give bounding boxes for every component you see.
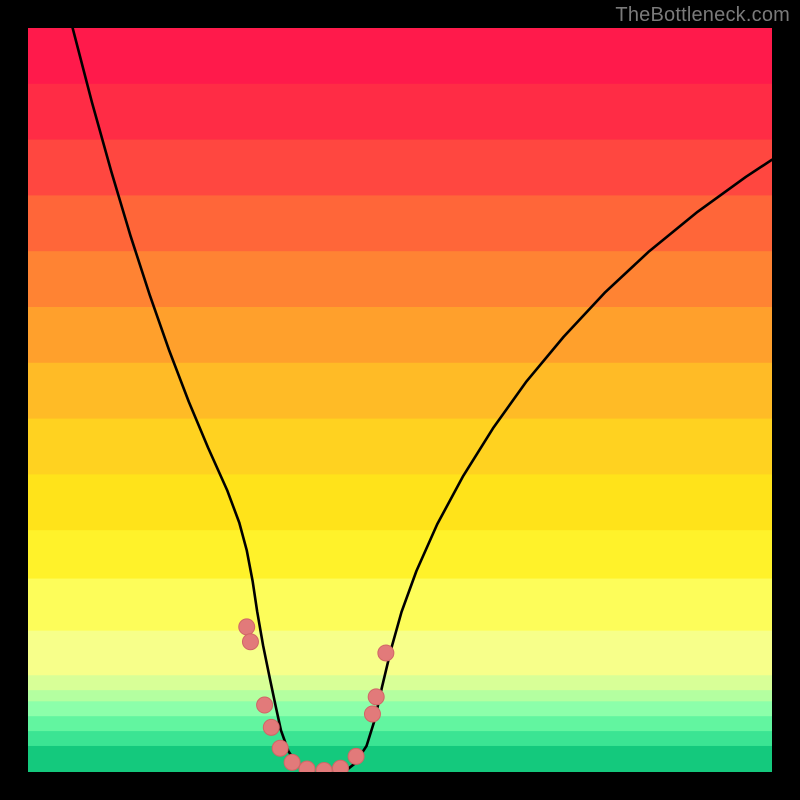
- gradient-band: [28, 474, 772, 530]
- gradient-band: [28, 419, 772, 475]
- plot-area: [28, 28, 772, 772]
- data-marker: [263, 719, 279, 735]
- gradient-band: [28, 140, 772, 196]
- data-marker: [332, 760, 348, 772]
- data-marker: [284, 754, 300, 770]
- data-marker: [364, 706, 380, 722]
- gradient-band: [28, 530, 772, 579]
- gradient-band: [28, 84, 772, 140]
- gradient-band: [28, 716, 772, 731]
- data-marker: [348, 748, 364, 764]
- gradient-band: [28, 690, 772, 702]
- gradient-band: [28, 28, 772, 84]
- data-marker: [272, 740, 288, 756]
- gradient-band: [28, 631, 772, 676]
- gradient-band: [28, 731, 772, 746]
- gradient-band: [28, 746, 772, 772]
- data-marker: [239, 619, 255, 635]
- chart-frame: TheBottleneck.com: [0, 0, 800, 800]
- data-marker: [242, 634, 258, 650]
- gradient-band: [28, 307, 772, 363]
- data-marker: [299, 761, 315, 772]
- data-marker: [378, 645, 394, 661]
- gradient-band: [28, 579, 772, 632]
- data-marker: [368, 689, 384, 705]
- gradient-band: [28, 363, 772, 419]
- bottleneck-chart: [28, 28, 772, 772]
- gradient-band: [28, 675, 772, 690]
- gradient-band: [28, 701, 772, 716]
- data-marker: [257, 697, 273, 713]
- watermark-text: TheBottleneck.com: [615, 4, 790, 27]
